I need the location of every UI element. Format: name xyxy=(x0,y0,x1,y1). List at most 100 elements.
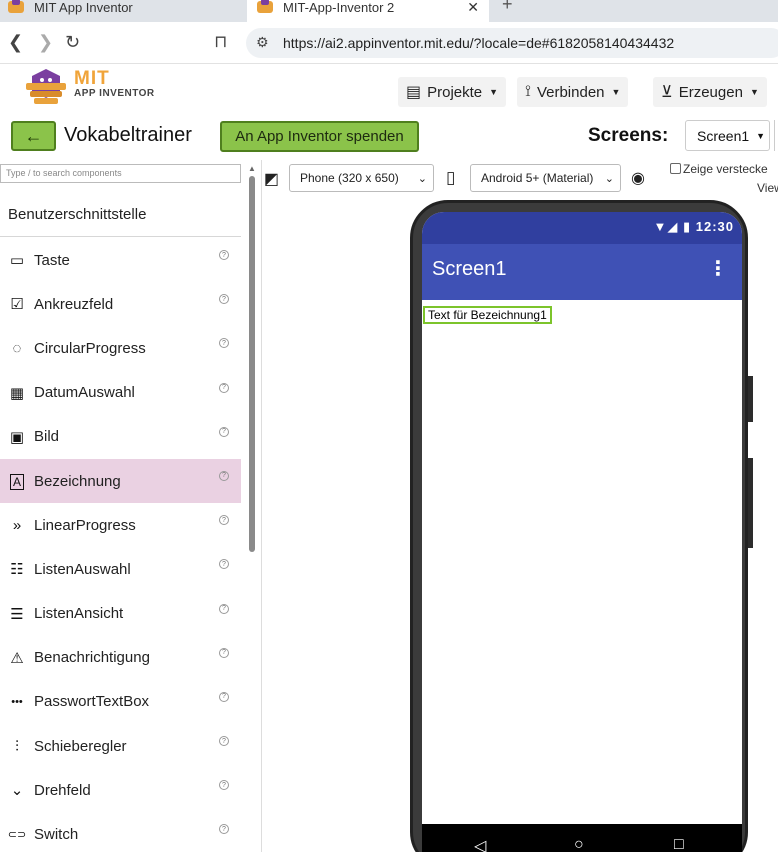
help-icon[interactable]: ? xyxy=(219,470,229,481)
help-icon[interactable]: ? xyxy=(219,736,229,747)
folder-icon: ▤ xyxy=(406,84,422,101)
chevron-down-icon: ⌄ xyxy=(417,172,427,185)
designer-viewer: ◩ Phone (320 x 650) ⌄ ▯ Android 5+ (Mate… xyxy=(262,160,778,852)
show-hidden-components-checkbox[interactable]: Zeige verstecke xyxy=(670,162,768,176)
theme-select[interactable]: Android 5+ (Material) ⌄ xyxy=(470,164,621,192)
palette-item-schieberegler[interactable]: ⫶ Schieberegler ? xyxy=(0,724,241,768)
palette-scrollbar[interactable]: ▲ xyxy=(247,164,257,852)
list-picker-icon: ☷ xyxy=(10,561,24,579)
help-icon[interactable]: ? xyxy=(219,250,229,260)
phone-app-bar: Screen1 ⋮ xyxy=(422,244,742,300)
caret-down-icon: ▼ xyxy=(756,130,766,141)
overflow-menu-icon: ⋮ xyxy=(708,258,728,280)
caret-down-icon: ▼ xyxy=(611,87,621,97)
palette-item-bild[interactable]: ▣ Bild ? xyxy=(0,415,241,459)
palette-item-datumauswahl[interactable]: ▦ DatumAuswahl ? xyxy=(0,371,241,415)
forward-icon[interactable]: ❯ xyxy=(38,32,53,53)
palette-item-circularprogress[interactable]: ◌ CircularProgress ? xyxy=(0,326,241,370)
show-hidden-label: Zeige verstecke xyxy=(683,162,768,176)
back-icon[interactable]: ❮ xyxy=(8,32,23,53)
list-view-icon: ☰ xyxy=(10,605,24,623)
donate-button[interactable]: An App Inventor spenden xyxy=(220,121,419,152)
screens-label: Screens: xyxy=(588,125,669,146)
connect-menu-label: Verbinden xyxy=(536,83,605,101)
help-icon[interactable]: ? xyxy=(219,603,229,614)
palette-item-label: LinearProgress xyxy=(34,516,136,534)
help-icon[interactable]: ? xyxy=(219,647,229,658)
label-icon: A xyxy=(0,473,34,490)
palette-item-drehfeld[interactable]: ⌄ Drehfeld ? xyxy=(0,768,241,812)
url-text[interactable]: https://ai2.appinventor.mit.edu/?locale=… xyxy=(283,35,674,51)
phone-screen[interactable]: ▼◢ ▮ 12:30 Screen1 ⋮ Text für Bezeichnun… xyxy=(422,212,742,852)
palette-item-listenansicht[interactable]: ☰ ListenAnsicht ? xyxy=(0,592,241,636)
palette-item-label: Drehfeld xyxy=(34,781,91,799)
linear-progress-icon: » xyxy=(12,516,22,534)
phone-nav-bar: ◁ ○ □ xyxy=(422,824,742,852)
scroll-up-icon[interactable]: ▲ xyxy=(248,164,256,173)
arrow-left-icon: ← xyxy=(24,125,43,146)
build-menu-button[interactable]: ⊻ Erzeugen ▼ xyxy=(653,77,767,107)
help-icon[interactable]: ? xyxy=(219,691,229,702)
help-icon[interactable]: ? xyxy=(219,338,229,349)
palette-item-switch[interactable]: ⊂⊃ Switch ? xyxy=(0,812,241,852)
browser-toolbar: ❮ ❯ ↻ ⊓ ⚙ https://ai2.appinventor.mit.ed… xyxy=(0,22,778,64)
component-palette: Type / to search components Benutzerschn… xyxy=(0,160,262,852)
screen-select-value: Screen1 xyxy=(697,127,750,144)
palette-item-linearprogress[interactable]: » LinearProgress ? xyxy=(0,503,241,547)
label-component-bezeichnung1[interactable]: Text für Bezeichnung1 xyxy=(423,306,552,324)
browser-tab-bar: MIT App Inventor MIT-App-Inventor 2 ✕ + xyxy=(0,0,778,22)
palette-item-bezeichnung[interactable]: A Bezeichnung ? xyxy=(0,458,241,504)
phone-status-bar: ▼◢ ▮ 12:30 xyxy=(422,212,742,244)
phone-size-value: Phone (320 x 650) xyxy=(300,171,399,185)
phone-app-title: Screen1 xyxy=(432,258,507,280)
help-icon[interactable]: ? xyxy=(219,382,229,393)
reload-icon[interactable]: ↻ xyxy=(65,32,80,53)
screen-select[interactable]: Screen1 ▼ xyxy=(685,120,770,151)
caret-down-icon: ▼ xyxy=(749,87,759,97)
help-icon[interactable]: ? xyxy=(219,515,229,526)
phone-size-select[interactable]: Phone (320 x 650) ⌄ xyxy=(289,164,434,192)
palette-list: ▭ Taste ? ☑ Ankreuzfeld ? ◌ CircularProg… xyxy=(0,238,241,852)
connect-menu-button[interactable]: ⟟ Verbinden ▼ xyxy=(517,77,629,107)
nav-recent-icon: □ xyxy=(674,836,684,852)
palette-item-label: Schieberegler xyxy=(34,737,127,755)
palette-item-ankreuzfeld[interactable]: ☑ Ankreuzfeld ? xyxy=(0,282,241,326)
download-icon: ⊻ xyxy=(661,84,673,101)
checkbox-box[interactable] xyxy=(670,163,681,174)
close-tab-icon[interactable]: ✕ xyxy=(467,0,479,16)
palette-item-label: Benachrichtigung xyxy=(34,649,150,667)
tablet-preview-icon[interactable]: ◩ xyxy=(264,169,279,197)
help-icon[interactable]: ? xyxy=(219,824,229,835)
palette-item-benachrichtigung[interactable]: ⚠ Benachrichtigung ? xyxy=(0,636,241,680)
status-time: 12:30 xyxy=(695,219,734,234)
new-tab-icon[interactable]: + xyxy=(502,0,513,15)
projects-menu-button[interactable]: ▤ Projekte ▼ xyxy=(398,77,507,107)
back-to-projects-button[interactable]: ← xyxy=(11,121,56,151)
help-icon[interactable]: ? xyxy=(219,559,229,570)
bookmark-icon[interactable]: ⊓ xyxy=(214,32,227,52)
component-search-input[interactable]: Type / to search components xyxy=(0,164,241,183)
browser-tab-2-active[interactable]: MIT-App-Inventor 2 ✕ xyxy=(247,0,489,22)
palette-item-listenauswahl[interactable]: ☷ ListenAuswahl ? xyxy=(0,547,241,591)
app-header: MIT APP INVENTOR ▤ Projekte ▼ ⟟ Verbinde… xyxy=(0,64,778,114)
switch-icon: ⊂⊃ xyxy=(7,829,27,842)
palette-item-label: Ankreuzfeld xyxy=(34,295,114,313)
spinner-icon: ⌄ xyxy=(10,782,24,800)
palette-category-title[interactable]: Benutzerschnittstelle xyxy=(8,206,146,223)
scrollbar-thumb[interactable] xyxy=(249,176,255,552)
phone-preview-icon[interactable]: ▯ xyxy=(446,168,455,196)
help-icon[interactable]: ? xyxy=(219,426,229,437)
palette-item-taste[interactable]: ▭ Taste ? xyxy=(0,238,241,282)
app-inventor-favicon-icon xyxy=(8,0,24,15)
address-bar[interactable]: ⚙ https://ai2.appinventor.mit.edu/?local… xyxy=(246,28,778,58)
help-icon[interactable]: ? xyxy=(219,294,229,305)
divider xyxy=(0,236,241,237)
site-settings-icon[interactable]: ⚙ xyxy=(256,34,269,51)
build-menu-label: Erzeugen xyxy=(678,83,743,101)
button-icon: ▭ xyxy=(9,252,25,270)
help-icon[interactable]: ? xyxy=(219,780,229,791)
project-name: Vokabeltrainer xyxy=(64,124,192,146)
browser-tab-1[interactable]: MIT App Inventor xyxy=(8,0,133,22)
palette-item-passworttextbox[interactable]: ••• PasswortTextBox ? xyxy=(0,680,241,724)
visibility-off-icon[interactable]: ◉ xyxy=(631,168,645,196)
